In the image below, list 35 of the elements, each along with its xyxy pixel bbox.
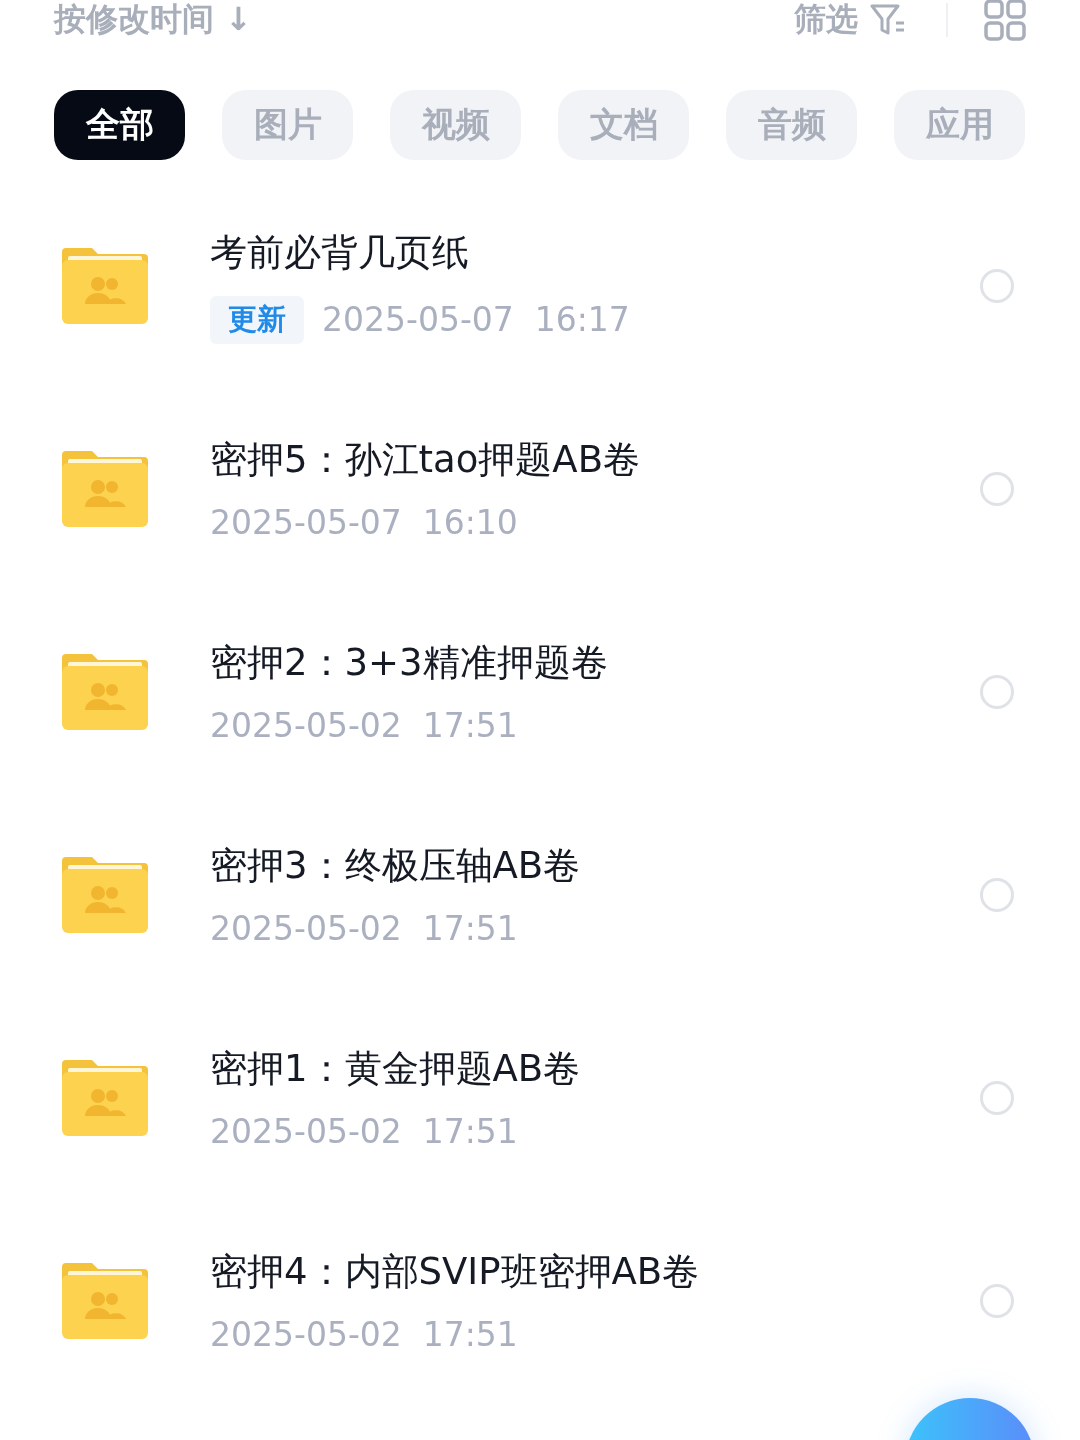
modified-date: 2025-05-02 17:51	[210, 1112, 518, 1151]
folder-name: 密押4：内部SVIP班密押AB卷	[210, 1249, 701, 1295]
select-radio[interactable]	[980, 674, 1014, 709]
folder-name: 密押1：黄金押题AB卷	[210, 1046, 582, 1092]
modified-date: 2025-05-07 16:10	[210, 503, 518, 542]
category-tab[interactable]: 视频	[390, 90, 521, 160]
shared-folder-icon	[62, 1262, 148, 1339]
shared-folder-icon	[62, 856, 148, 933]
sort-button[interactable]: 按修改时间 ↓	[54, 0, 252, 42]
filter-button[interactable]: 筛选	[794, 0, 906, 42]
filter-icon	[870, 3, 906, 37]
shared-folder-icon	[62, 247, 148, 324]
select-radio[interactable]	[980, 1080, 1014, 1115]
select-radio[interactable]	[980, 1283, 1014, 1318]
modified-date: 2025-05-02 17:51	[210, 706, 518, 745]
category-tab[interactable]: 音频	[726, 90, 857, 160]
folder-name: 密押5：孙江tao押题AB卷	[210, 437, 642, 483]
category-tab[interactable]: 全部	[54, 90, 185, 160]
category-tab[interactable]: 应用	[894, 90, 1025, 160]
folder-name: 密押3：终极压轴AB卷	[210, 843, 582, 889]
modified-date: 2025-05-07 16:17	[322, 300, 630, 339]
select-radio[interactable]	[980, 471, 1014, 506]
category-tab[interactable]: 文档	[558, 90, 689, 160]
folder-name: 密押2：3+3精准押题卷	[210, 640, 609, 686]
select-radio[interactable]	[980, 268, 1014, 303]
modified-date: 2025-05-02 17:51	[210, 909, 518, 948]
update-badge: 更新	[210, 295, 304, 344]
shared-folder-icon	[62, 1059, 148, 1136]
grid-view-icon[interactable]	[984, 0, 1026, 41]
shared-folder-icon	[62, 450, 148, 527]
select-radio[interactable]	[980, 877, 1014, 912]
shared-folder-icon	[62, 653, 148, 730]
modified-date: 2025-05-02 17:51	[210, 1315, 518, 1354]
folder-name: 考前必背几页纸	[210, 229, 470, 276]
category-tab[interactable]: 图片	[222, 90, 353, 160]
